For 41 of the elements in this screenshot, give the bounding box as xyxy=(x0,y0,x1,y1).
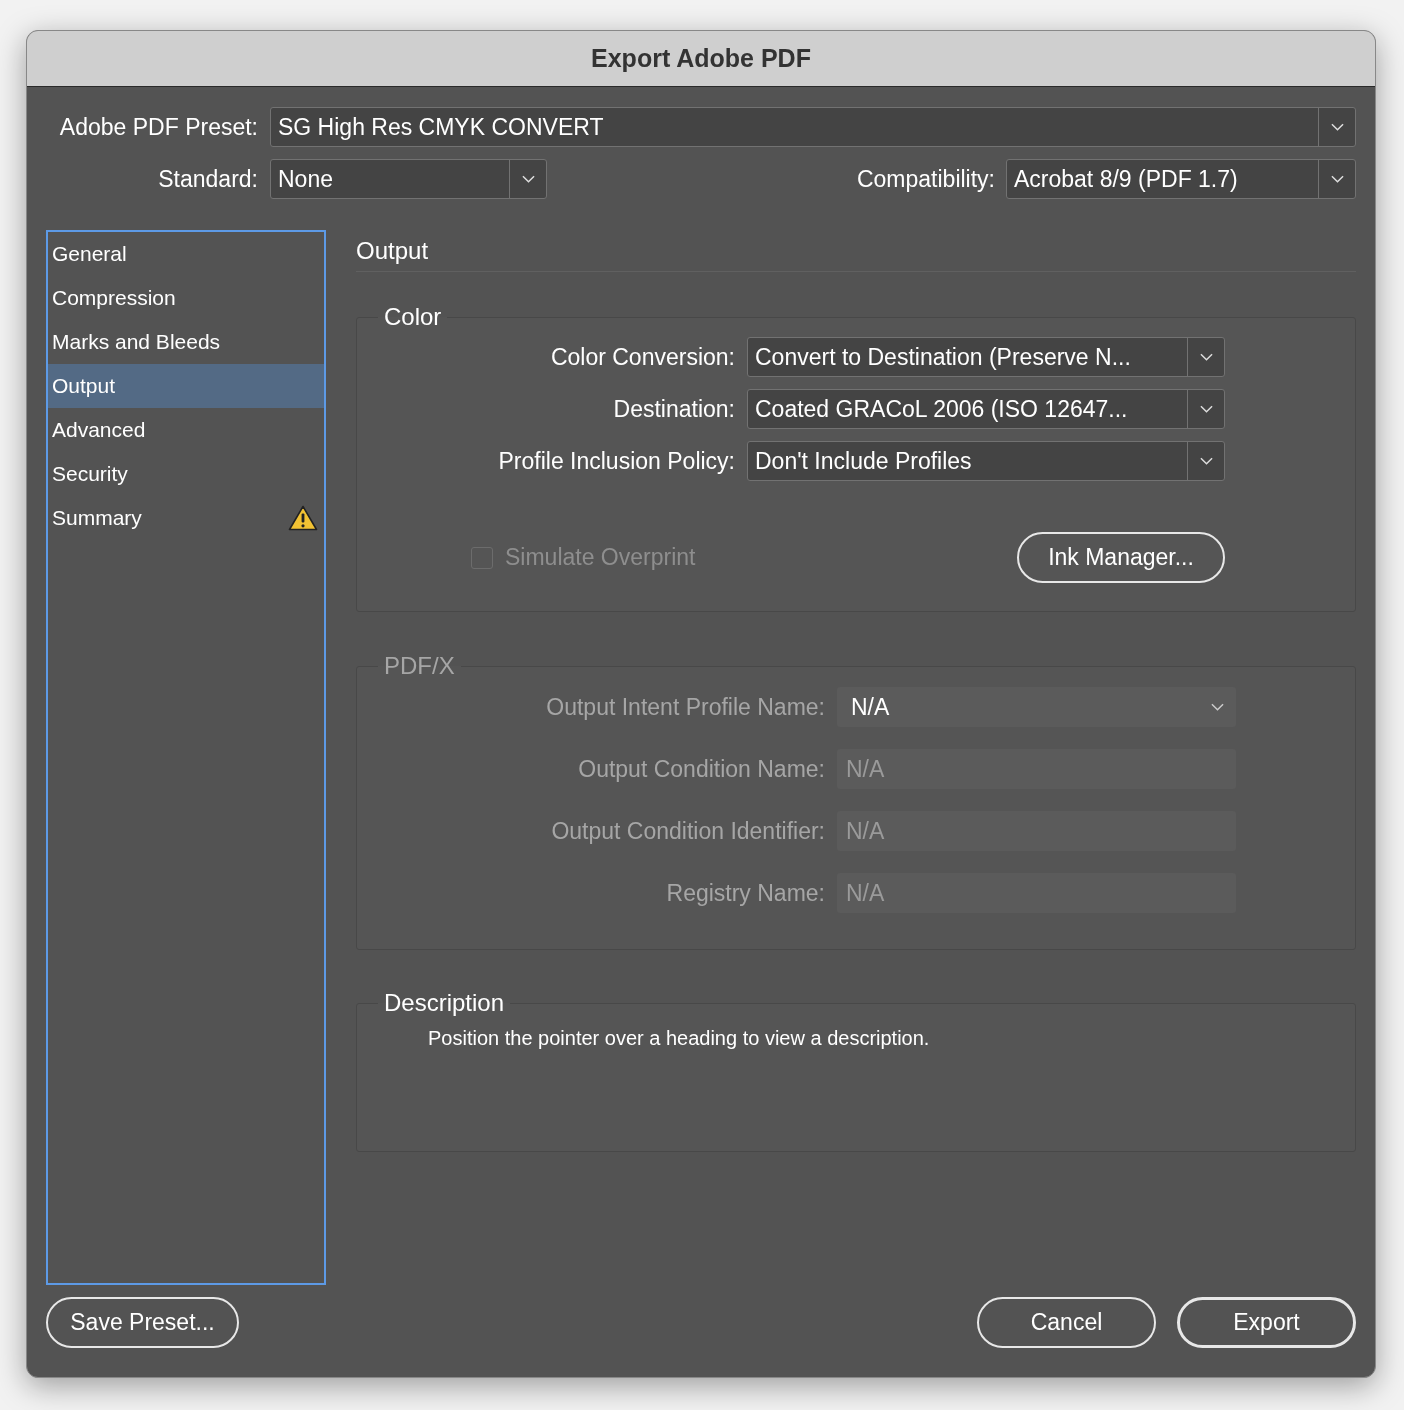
dropdown[interactable]: SG High Res CMYK CONVERT xyxy=(270,107,1356,147)
field-label: Color Conversion: xyxy=(549,343,735,371)
field-label: Output Intent Profile Name: xyxy=(545,693,825,721)
group-title: Color xyxy=(383,302,443,332)
field-label: Output Condition Identifier: xyxy=(550,817,825,845)
chevron-down-icon xyxy=(1330,123,1344,131)
group-title: Description xyxy=(383,988,506,1018)
dropdown[interactable]: Don't Include Profiles xyxy=(747,441,1225,481)
sidebar-item[interactable]: Compression xyxy=(48,276,324,320)
group-title: PDF/X xyxy=(383,651,456,681)
dialog-button[interactable]: Save Preset... xyxy=(46,1297,239,1348)
sidebar-item[interactable]: Marks and Bleeds xyxy=(48,320,324,364)
field-label: Standard: xyxy=(157,165,258,193)
dialog-button[interactable]: Cancel xyxy=(977,1297,1156,1348)
field-label: Profile Inclusion Policy: xyxy=(497,447,735,475)
chevron-down-icon xyxy=(1211,703,1224,711)
dropdown[interactable]: Coated GRACoL 2006 (ISO 12647... xyxy=(747,389,1225,429)
dropdown[interactable]: Acrobat 8/9 (PDF 1.7) xyxy=(1006,159,1356,199)
field-label: Compatibility: xyxy=(856,165,995,193)
field-label: Adobe PDF Preset: xyxy=(58,113,258,141)
dropdown[interactable]: Convert to Destination (Preserve N... xyxy=(747,337,1225,377)
chevron-down-icon xyxy=(1199,353,1213,361)
section-heading: Output xyxy=(356,230,1356,272)
sidebar-item[interactable]: Security xyxy=(48,452,324,496)
dialog-button[interactable]: Export xyxy=(1177,1297,1356,1348)
chevron-down-icon xyxy=(521,175,535,183)
chevron-down-icon xyxy=(1199,405,1213,413)
sidebar-item[interactable]: Summary xyxy=(48,496,324,540)
sidebar-item[interactable]: General xyxy=(48,232,324,276)
chevron-down-icon xyxy=(1199,457,1213,465)
field-label: Output Condition Name: xyxy=(577,755,825,783)
chevron-down-icon xyxy=(1330,175,1344,183)
ink-manager-button[interactable]: Ink Manager... xyxy=(1017,532,1225,583)
field-label: Registry Name: xyxy=(665,879,825,907)
sidebar-item[interactable]: Advanced xyxy=(48,408,324,452)
sidebar-item[interactable]: Output xyxy=(48,364,324,408)
window-title: Export Adobe PDF xyxy=(591,44,811,73)
description-text: Position the pointer over a heading to view a description. xyxy=(427,1026,931,1051)
field-label: Destination: xyxy=(612,395,735,423)
dropdown[interactable]: None xyxy=(270,159,547,199)
warning-icon xyxy=(288,505,318,531)
